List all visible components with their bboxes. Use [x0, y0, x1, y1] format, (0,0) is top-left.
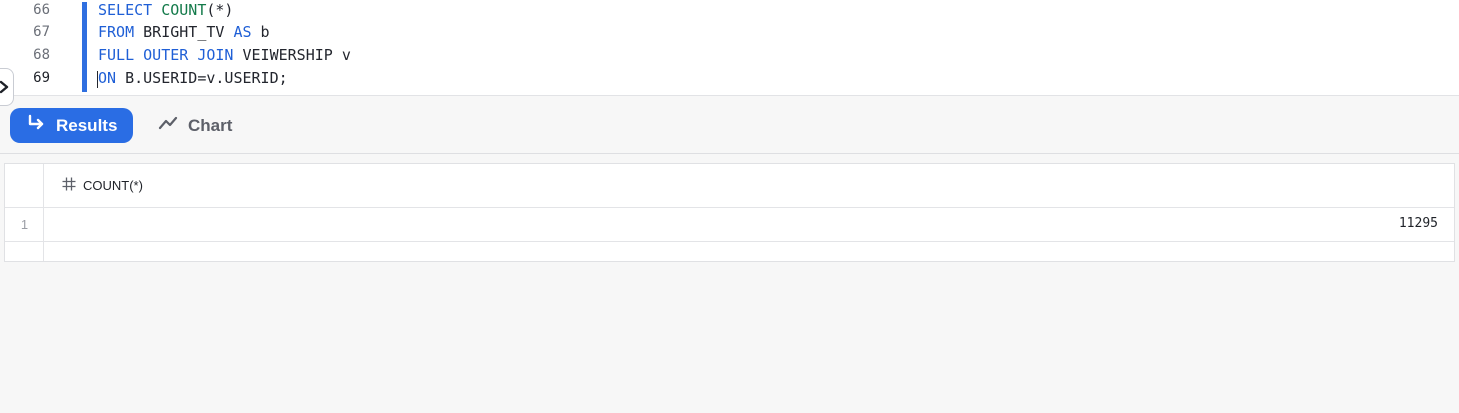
line-number: 66: [33, 2, 50, 18]
code-token: ON: [98, 69, 117, 87]
hash-icon: [61, 176, 77, 195]
code-token: FROM: [98, 23, 135, 41]
expand-sidebar-button[interactable]: [0, 68, 14, 106]
code-text[interactable]: FROM BRIGHT_TV AS b: [98, 23, 270, 41]
code-line-68[interactable]: 68 FULL OUTER JOIN VEIWERSHIP v: [0, 45, 1459, 67]
code-token: BRIGHT_TV: [134, 23, 234, 41]
trend-line-icon: [158, 115, 178, 136]
code-line-69[interactable]: 69 ON B.USERID=v.USERID;: [0, 68, 1459, 90]
line-number: 68: [33, 47, 50, 63]
results-grid: COUNT(*) 1 11295: [4, 163, 1455, 262]
code-token: b: [251, 23, 270, 41]
code-text[interactable]: SELECT COUNT(*): [98, 1, 233, 19]
code-token: (*): [206, 1, 234, 19]
code-token: FULL: [98, 46, 135, 64]
tab-results[interactable]: Results: [10, 108, 133, 143]
column-header-count[interactable]: COUNT(*): [61, 176, 143, 195]
tab-results-label: Results: [56, 115, 118, 135]
tab-chart-label: Chart: [188, 115, 233, 135]
table-row[interactable]: 1 11295: [5, 208, 1454, 242]
code-token: SELECT: [98, 1, 153, 19]
text-caret: [97, 71, 98, 88]
code-line-67[interactable]: 67 FROM BRIGHT_TV AS b: [0, 22, 1459, 44]
chevron-right-icon: [0, 80, 9, 94]
line-number: 67: [33, 24, 50, 40]
code-token: JOIN: [197, 46, 234, 64]
grid-header: COUNT(*): [5, 164, 1454, 208]
code-line-66[interactable]: 66 SELECT COUNT(*): [0, 0, 1459, 22]
code-text[interactable]: ON B.USERID=v.USERID;: [98, 69, 288, 87]
column-header-label: COUNT(*): [83, 178, 143, 193]
code-token: COUNT: [161, 1, 207, 19]
code-token: VEIWERSHIP v: [233, 46, 351, 64]
return-arrow-icon: [26, 114, 46, 137]
code-token: AS: [233, 23, 252, 41]
code-token: OUTER: [143, 46, 189, 64]
result-toolbar: Results Chart: [0, 95, 1459, 154]
row-index: 1: [20, 217, 29, 232]
code-text[interactable]: FULL OUTER JOIN VEIWERSHIP v: [98, 46, 351, 64]
code-token: B.USERID=v.USERID;: [116, 69, 288, 87]
sql-editor[interactable]: 66 SELECT COUNT(*) 67 FROM BRIGHT_TV AS …: [0, 0, 1459, 95]
table-cell[interactable]: 11295: [1399, 216, 1438, 231]
tab-chart[interactable]: Chart: [158, 108, 232, 143]
